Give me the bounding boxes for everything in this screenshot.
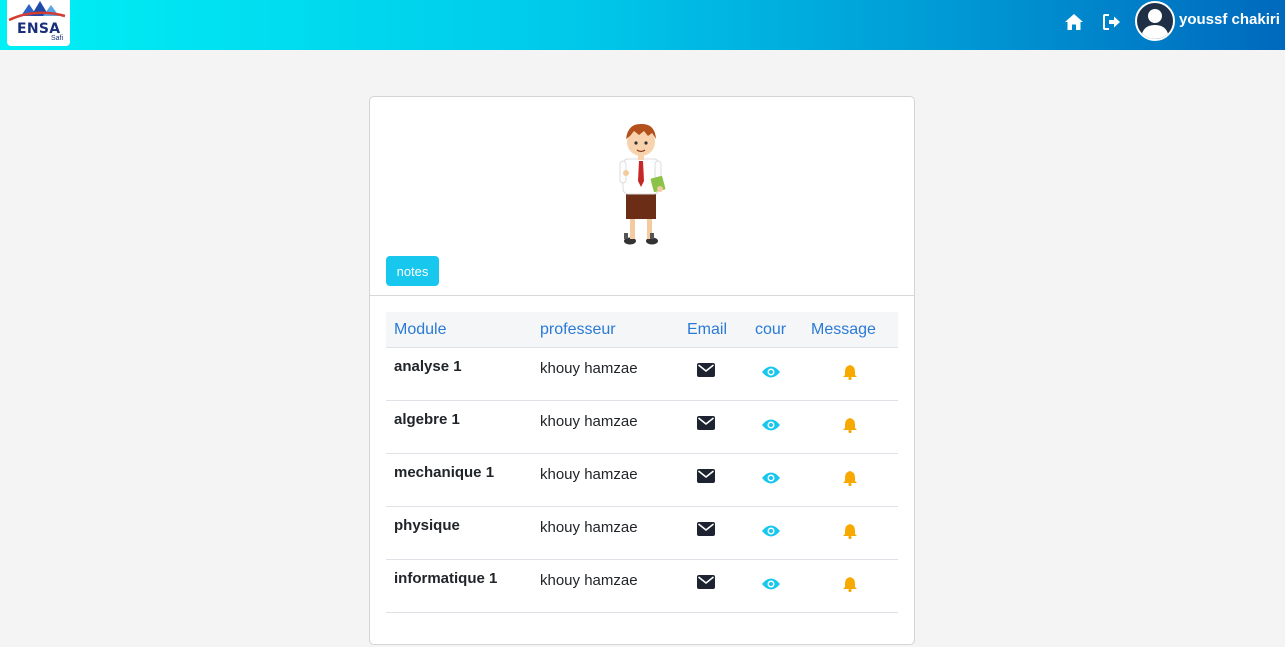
ensa-logo[interactable]: ENSA Safi — [7, 0, 70, 46]
user-avatar[interactable] — [1135, 1, 1175, 41]
modules-table: Module professeur Email cour Message ana… — [386, 312, 898, 613]
column-header-module: Module — [394, 321, 447, 338]
table-row: analyse 1 khouy hamzae — [386, 348, 898, 401]
module-name: physique — [394, 517, 460, 534]
notes-button[interactable]: notes — [386, 256, 439, 286]
module-name: mechanique 1 — [394, 464, 495, 481]
eye-icon[interactable] — [761, 362, 781, 382]
bell-icon[interactable] — [840, 468, 860, 488]
bell-icon[interactable] — [840, 415, 860, 435]
envelope-icon[interactable] — [696, 466, 716, 486]
bell-icon[interactable] — [840, 362, 860, 382]
home-icon[interactable] — [1063, 11, 1085, 33]
logout-icon[interactable] — [1101, 11, 1123, 33]
professor-name: khouy hamzae — [540, 519, 638, 536]
user-name[interactable]: youssf chakiri — [1179, 11, 1280, 28]
bell-icon[interactable] — [840, 574, 860, 594]
bell-icon[interactable] — [840, 521, 860, 541]
table-row: physique khouy hamzae — [386, 507, 898, 560]
envelope-icon[interactable] — [696, 572, 716, 592]
eye-icon[interactable] — [761, 468, 781, 488]
module-name: informatique 1 — [394, 570, 498, 587]
eye-icon[interactable] — [761, 521, 781, 541]
professor-name: khouy hamzae — [540, 466, 638, 483]
eye-icon[interactable] — [761, 415, 781, 435]
column-header-message: Message — [811, 321, 876, 338]
table-header: Module professeur Email cour Message — [386, 312, 898, 348]
table-row: algebre 1 khouy hamzae — [386, 401, 898, 454]
professor-name: khouy hamzae — [540, 413, 638, 430]
professor-name: khouy hamzae — [540, 360, 638, 377]
envelope-icon[interactable] — [696, 413, 716, 433]
logo-subtext: Safi — [51, 35, 64, 42]
module-name: analyse 1 — [394, 358, 462, 375]
professor-name: khouy hamzae — [540, 572, 638, 589]
envelope-icon[interactable] — [696, 519, 716, 539]
column-header-email: Email — [687, 321, 728, 338]
table-row: mechanique 1 khouy hamzae — [386, 454, 898, 507]
table-row: informatique 1 khouy hamzae — [386, 560, 898, 613]
card-divider — [370, 295, 914, 296]
modules-card: notes Module professeur Email cour Messa… — [369, 96, 915, 645]
envelope-icon[interactable] — [696, 360, 716, 380]
top-navbar: ENSA Safi youssf chakiri — [0, 0, 1285, 50]
module-name: algebre 1 — [394, 411, 460, 428]
column-header-professor: professeur — [540, 321, 616, 338]
student-illustration — [606, 119, 676, 245]
eye-icon[interactable] — [761, 574, 781, 594]
column-header-cour: cour — [755, 321, 787, 338]
